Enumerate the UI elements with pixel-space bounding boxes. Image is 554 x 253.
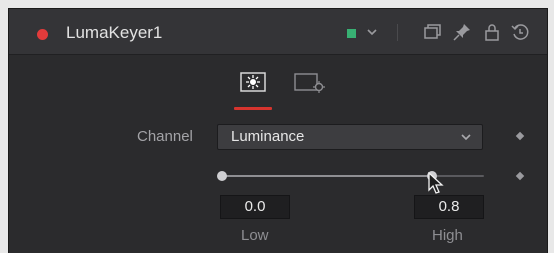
- node-title: LumaKeyer1: [66, 23, 163, 42]
- channel-label: Channel: [137, 128, 193, 145]
- low-label: Low: [241, 227, 269, 244]
- range-slider-fill: [222, 175, 432, 177]
- color-swatch[interactable]: [347, 29, 356, 38]
- node-status-dot[interactable]: [37, 29, 48, 40]
- reset-icon[interactable]: [510, 22, 530, 42]
- high-value-field[interactable]: 0.8: [414, 195, 484, 219]
- mouse-pointer-icon: [428, 172, 444, 194]
- header-divider: [397, 24, 398, 41]
- chevron-down-icon: [461, 134, 471, 141]
- channel-dropdown[interactable]: Luminance: [217, 124, 483, 150]
- channel-dropdown-value: Luminance: [231, 128, 305, 145]
- lock-icon[interactable]: [482, 22, 502, 42]
- low-value-field[interactable]: 0.0: [220, 195, 290, 219]
- active-tab-indicator: [234, 107, 272, 110]
- inspector-panel: LumaKeyer1 Channel Luminance 0.0 0.8 Low…: [8, 8, 548, 253]
- chevron-down-icon[interactable]: [366, 26, 378, 38]
- node-header[interactable]: LumaKeyer1: [9, 9, 547, 55]
- settings-tab-icon[interactable]: [294, 71, 326, 93]
- keyframe-diamond-icon[interactable]: [515, 131, 525, 141]
- tab-bar: [9, 55, 547, 117]
- keyframe-diamond-icon[interactable]: [515, 171, 525, 181]
- high-label: High: [432, 227, 463, 244]
- range-low-handle[interactable]: [217, 171, 227, 181]
- pin-icon[interactable]: [452, 22, 472, 42]
- window-icon[interactable]: [422, 22, 442, 42]
- controls-tab-icon[interactable]: [240, 71, 266, 93]
